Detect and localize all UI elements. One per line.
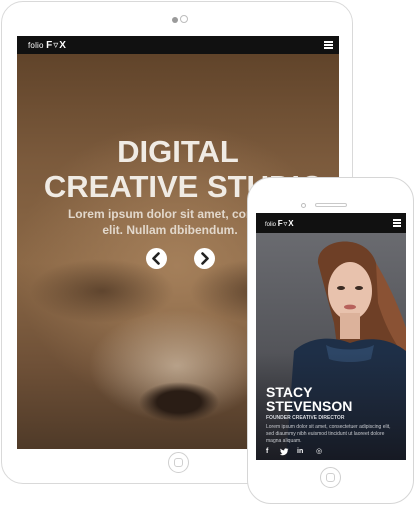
slider-prev-button[interactable] (146, 248, 167, 269)
linkedin-icon[interactable]: in (297, 448, 303, 456)
person-photo: STACY STEVENSON FOUNDER CREATIVE DIRECTO… (256, 233, 406, 460)
phone-navbar: folio F▿X (256, 213, 406, 233)
tablet-camera (172, 17, 178, 23)
facebook-icon[interactable]: f (266, 448, 268, 456)
slider-next-button[interactable] (194, 248, 215, 269)
chevron-right-icon (201, 252, 209, 265)
phone-home-button (320, 467, 341, 488)
tablet-sensor (180, 15, 188, 23)
menu-icon[interactable] (324, 41, 333, 49)
phone-screen: folio F▿X STACY STEVENSON FOUNDER CREATI… (256, 213, 406, 460)
menu-icon[interactable] (393, 219, 401, 227)
logo-big-text: F▿X (277, 219, 295, 228)
logo-small-text: folio (265, 222, 277, 228)
hero-title-line1: DIGITAL (117, 134, 239, 169)
person-last-name: STEVENSON (266, 398, 353, 414)
phone-speaker (315, 203, 347, 207)
person-bio: Lorem ipsum dolor sit amet, consectetuer… (266, 424, 391, 444)
twitter-icon[interactable] (280, 448, 289, 456)
phone-logo[interactable]: folio F▿X (265, 219, 294, 228)
phone-device: folio F▿X STACY STEVENSON FOUNDER CREATI… (247, 177, 414, 504)
logo-big-text: F▿X (46, 40, 67, 51)
tablet-logo[interactable]: folio F▿X (28, 40, 67, 51)
logo-small-text: folio (28, 41, 44, 50)
phone-camera (301, 203, 306, 208)
chevron-left-icon (152, 252, 160, 265)
tablet-navbar: folio F▿X (17, 36, 339, 54)
tablet-home-button (168, 452, 189, 473)
dribbble-icon[interactable]: ◎ (316, 448, 322, 456)
person-first-name: STACY (266, 384, 313, 400)
person-role: FOUNDER CREATIVE DIRECTOR (266, 415, 345, 421)
